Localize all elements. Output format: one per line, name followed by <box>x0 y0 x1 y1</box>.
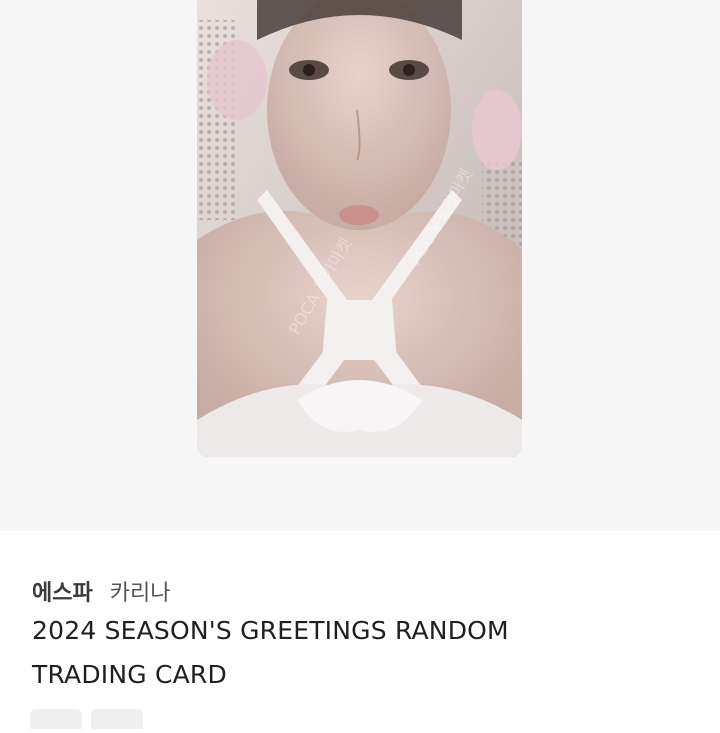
artist-row: 에스파 카리나 <box>32 575 170 607</box>
product-info: 에스파 카리나 2024 SEASON'S GREETINGS RANDOM T… <box>0 531 720 729</box>
tag-chip[interactable] <box>30 709 82 729</box>
product-image-area[interactable]: POCA 포카마켓 POCA 포카마켓 <box>0 0 720 531</box>
tag-chip[interactable] <box>91 709 144 729</box>
tag-chips <box>30 709 147 733</box>
product-title-line-1: 2024 SEASON'S GREETINGS RANDOM <box>32 616 509 645</box>
member-name[interactable]: 카리나 <box>110 581 171 606</box>
artist-name[interactable]: 에스파 <box>32 581 93 606</box>
product-title-line-2: TRADING CARD <box>32 660 227 689</box>
product-title: 2024 SEASON'S GREETINGS RANDOM TRADING C… <box>32 609 672 697</box>
photocard-image[interactable]: POCA 포카마켓 POCA 포카마켓 <box>197 0 522 457</box>
